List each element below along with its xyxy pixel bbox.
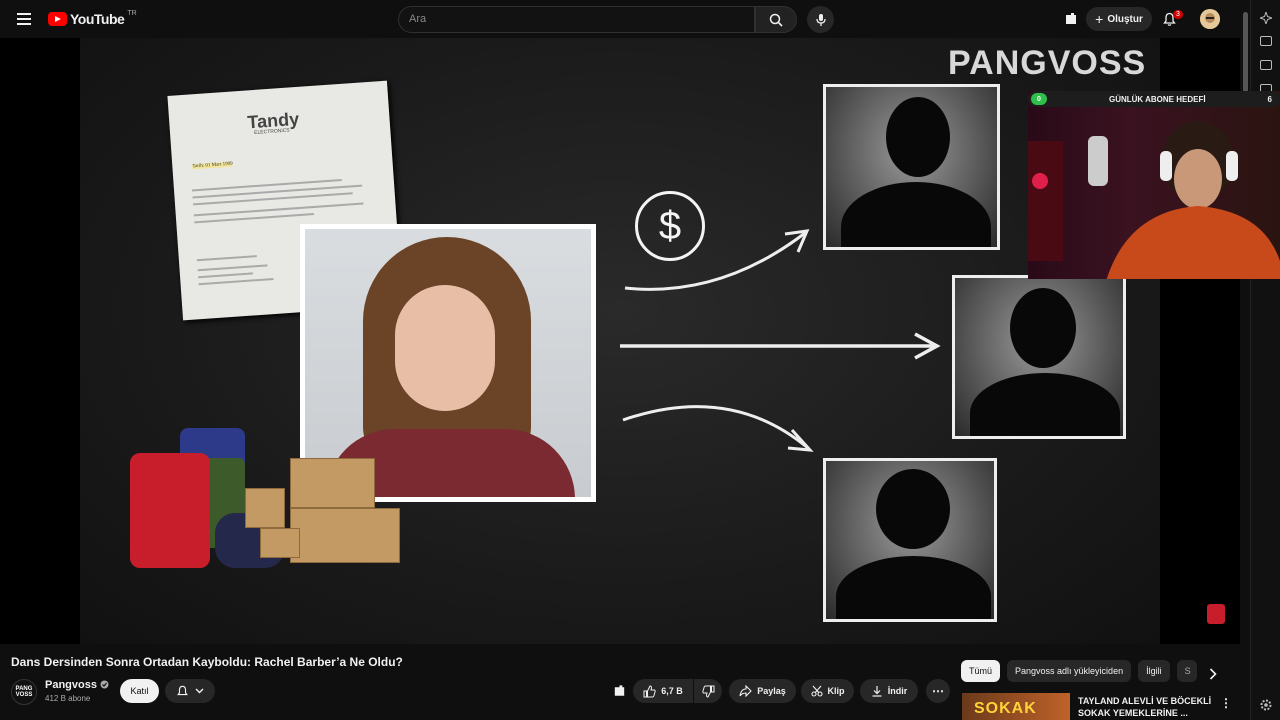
corner-logo-icon <box>1207 604 1225 624</box>
microphone-icon <box>815 13 826 26</box>
notification-count-badge: 3 <box>1173 10 1183 19</box>
chip-from-uploader[interactable]: Pangvoss adlı yükleyiciden <box>1007 660 1132 682</box>
search-icon <box>769 13 783 27</box>
clip-button[interactable]: Klip <box>801 679 854 703</box>
thumbs-down-icon <box>701 685 714 698</box>
share-label: Paylaş <box>757 686 786 696</box>
chip-partial[interactable]: S <box>1176 660 1197 682</box>
chevron-right-icon[interactable] <box>1209 668 1217 680</box>
search-button[interactable] <box>755 6 797 33</box>
recommendation-thumbnail[interactable]: SOKAK <box>962 693 1070 720</box>
arrow-down <box>622 405 809 450</box>
subscriber-goal-bar: 0 GÜNLÜK ABONE HEDEFİ 6 <box>1028 91 1280 107</box>
clip-label: Klip <box>827 686 845 696</box>
join-button[interactable]: Katıl <box>120 679 159 703</box>
logo-text: YouTube <box>70 11 125 27</box>
share-button[interactable]: Paylaş <box>729 679 796 703</box>
wallet-icon[interactable] <box>1260 60 1272 70</box>
ai-sparkle-icon[interactable] <box>612 684 627 698</box>
video-frame: PANGVOSS Tandy ELECTRONICS Tarih: 01 Mar… <box>80 38 1225 644</box>
chevron-down-icon <box>195 688 204 694</box>
dislike-button[interactable] <box>694 679 722 703</box>
goal-label: GÜNLÜK ABONE HEDEFİ <box>1108 94 1206 104</box>
goal-current: 0 <box>1031 93 1047 105</box>
like-button[interactable]: 6,7 B <box>633 679 693 703</box>
create-button[interactable]: + Oluştur <box>1086 7 1152 31</box>
screen-icon[interactable] <box>1260 36 1272 46</box>
notification-settings-button[interactable] <box>165 679 215 703</box>
channel-name-text: Pangvoss <box>45 679 97 691</box>
thumbs-up-icon <box>643 684 656 697</box>
sparkle-icon[interactable] <box>1260 12 1272 24</box>
user-face-icon <box>1200 9 1220 29</box>
subscriber-count: 412 B abone <box>45 694 91 703</box>
more-horizontal-icon: ⋯ <box>932 684 944 698</box>
video-title: Dans Dersinden Sonra Ortadan Kayboldu: R… <box>11 655 403 669</box>
silhouette-card-1 <box>823 84 1000 250</box>
scissors-icon <box>810 685 823 697</box>
recommendation-menu-icon[interactable]: ⋮ <box>1220 696 1232 710</box>
youtube-play-icon <box>48 12 67 26</box>
related-chips: Tümü Pangvoss adlı yükleyiciden İlgili S <box>961 660 1197 682</box>
top-bar: YouTube TR Ara + Oluştur 3 <box>0 0 1240 38</box>
recommendation-title[interactable]: TAYLAND ALEVLİ VE BÖCEKLİ SOKAK YEMEKLER… <box>1078 695 1218 719</box>
share-icon <box>739 685 753 697</box>
webcam-overlay <box>1028 91 1280 279</box>
voice-search-button[interactable] <box>807 6 834 33</box>
silhouette-card-2 <box>952 275 1126 439</box>
settings-gear-icon[interactable] <box>1259 698 1273 712</box>
like-count: 6,7 B <box>661 686 683 696</box>
download-icon <box>872 686 882 697</box>
recommendation-thumb-text: SOKAK <box>974 700 1037 717</box>
plus-icon: + <box>1095 11 1104 27</box>
streamer-image <box>1028 121 1280 279</box>
arrow-up <box>624 231 806 291</box>
more-actions-button[interactable]: ⋯ <box>926 679 950 703</box>
channel-name[interactable]: Pangvoss <box>45 679 109 691</box>
account-avatar[interactable] <box>1200 9 1220 29</box>
download-button[interactable]: İndir <box>860 679 918 703</box>
hamburger-menu-icon[interactable] <box>14 9 34 29</box>
bell-icon <box>177 685 188 695</box>
create-label: Oluştur <box>1107 13 1143 25</box>
silhouette-card-3 <box>823 458 997 622</box>
chip-related[interactable]: İlgili <box>1138 660 1170 682</box>
goal-target: 6 <box>1267 94 1272 104</box>
download-label: İndir <box>887 686 908 696</box>
search-input[interactable]: Ara <box>398 6 755 33</box>
extension-icon[interactable] <box>1063 12 1079 26</box>
youtube-logo[interactable]: YouTube TR <box>48 9 137 27</box>
logo-region: TR <box>127 9 137 17</box>
verified-icon <box>100 680 109 689</box>
chip-all[interactable]: Tümü <box>961 660 1001 682</box>
channel-avatar[interactable]: PANG VOSS <box>11 679 37 705</box>
